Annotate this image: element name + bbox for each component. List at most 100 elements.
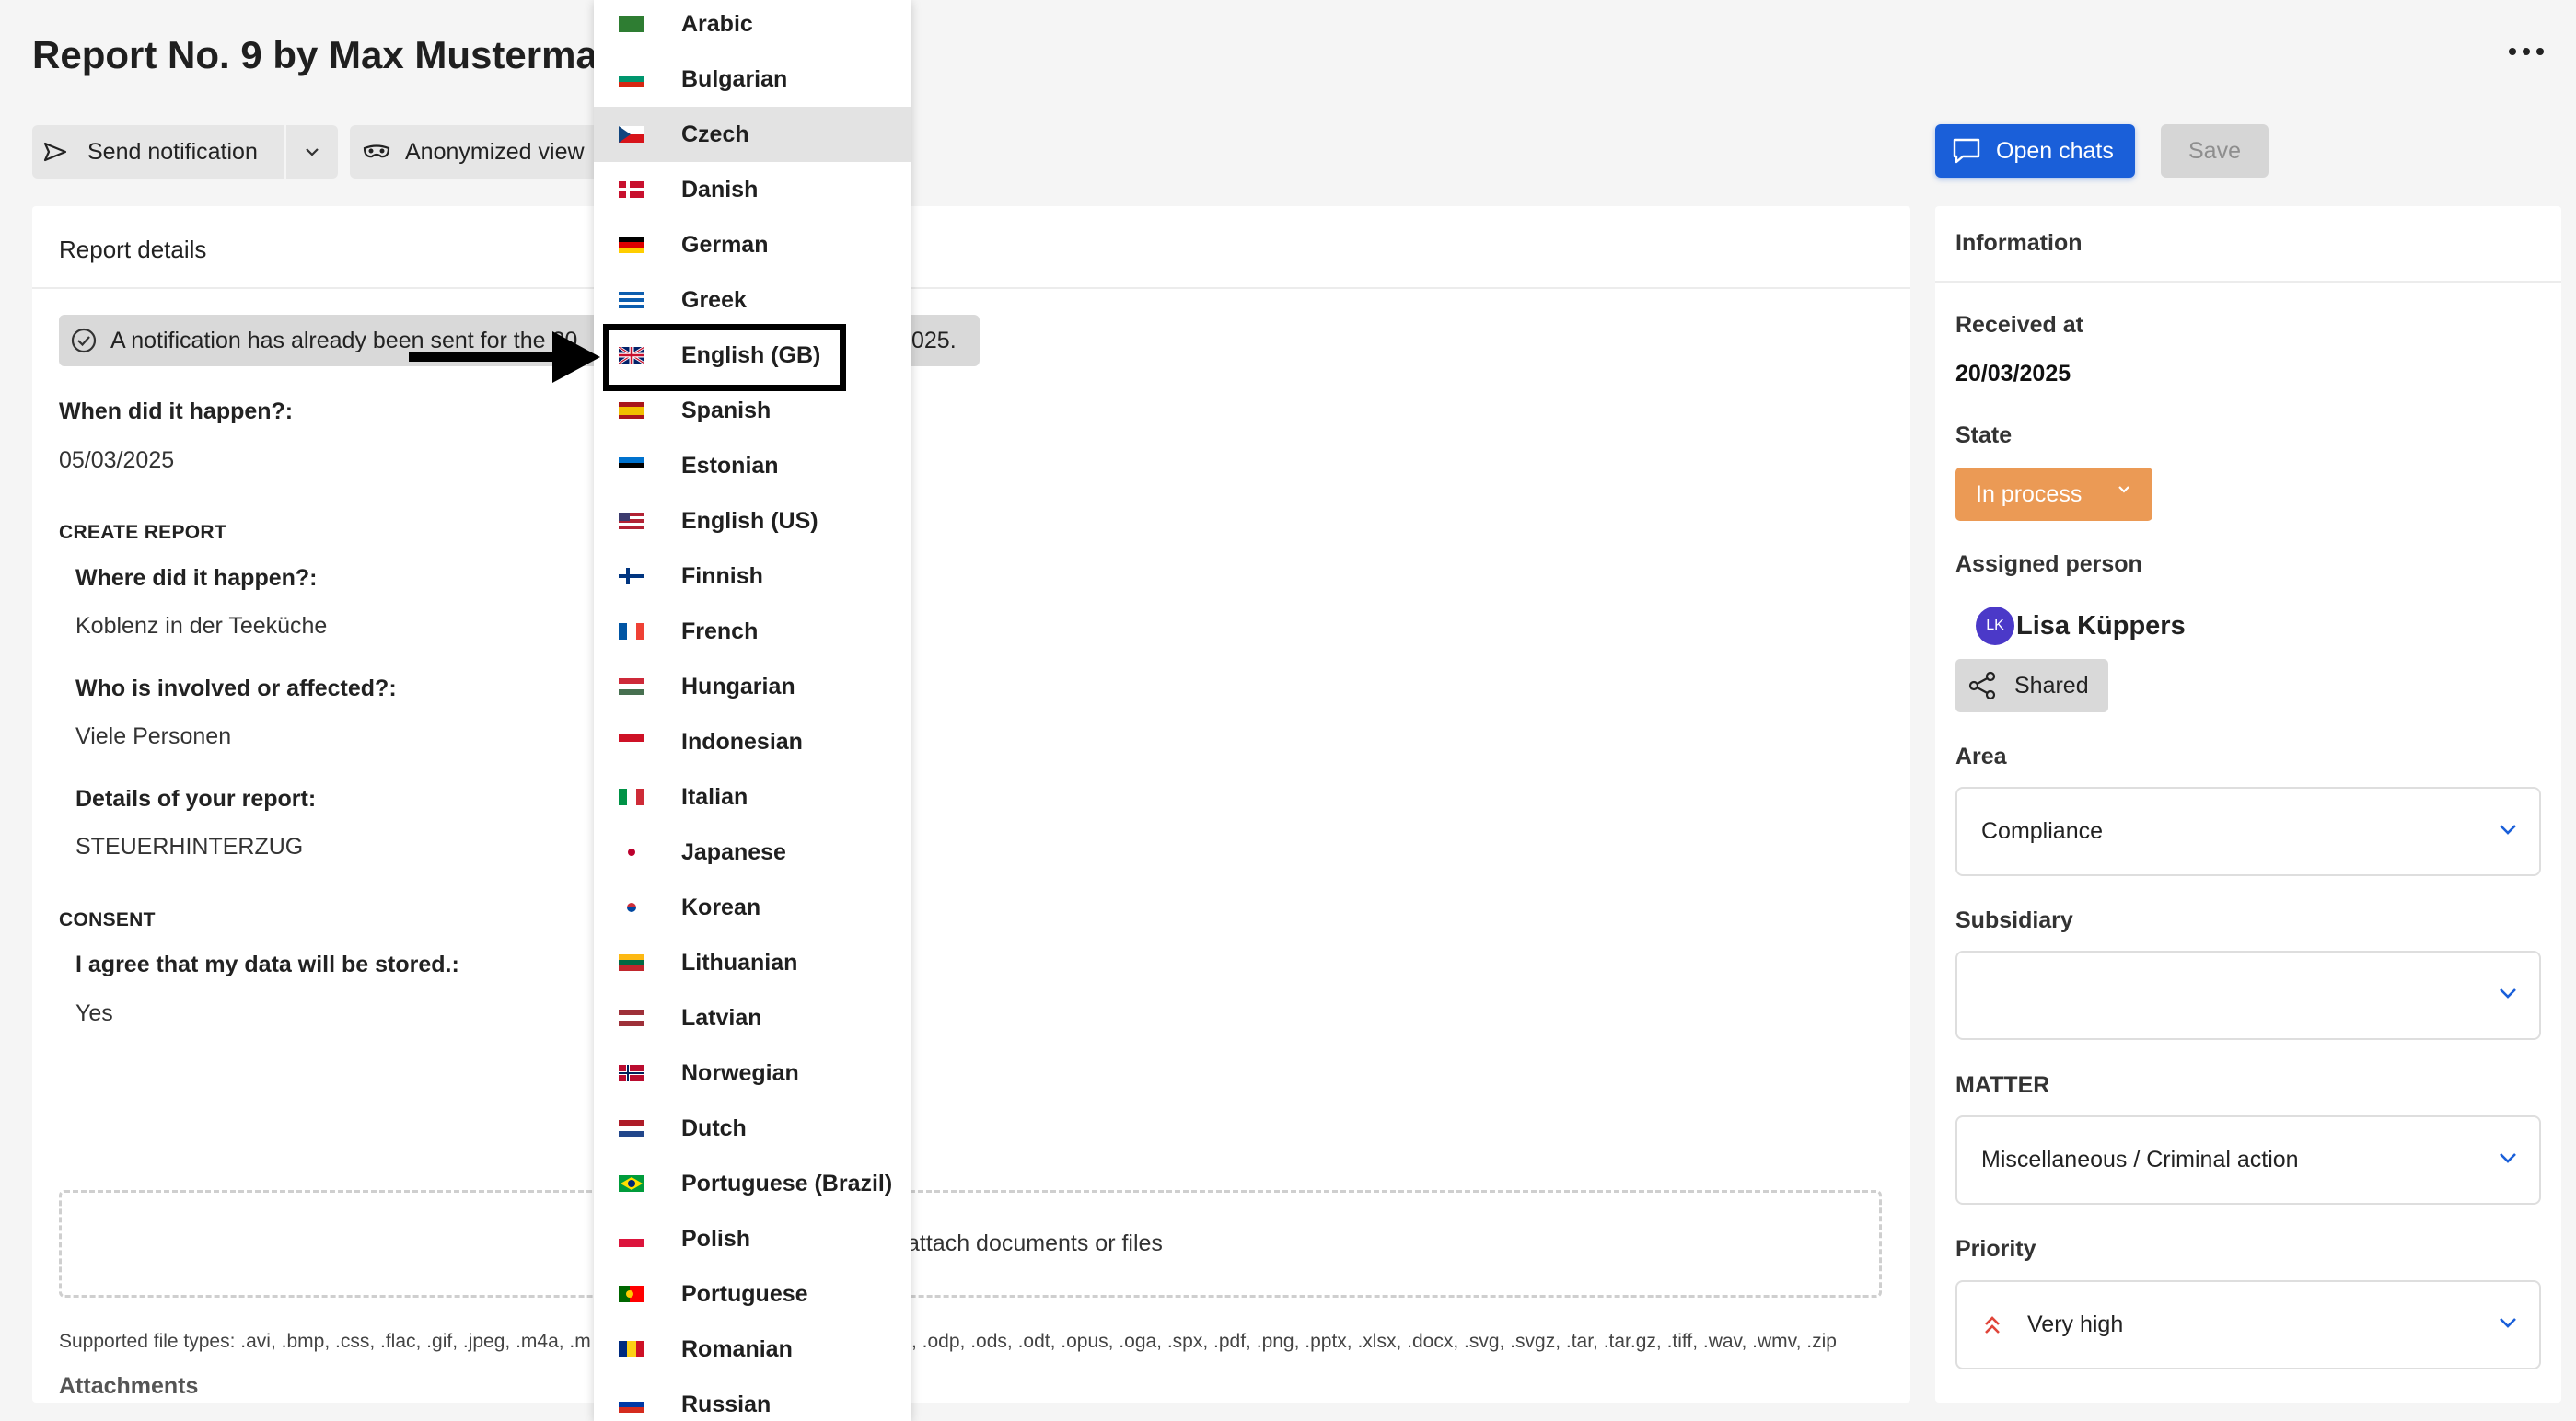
language-option[interactable]: Hungarian [594,659,911,714]
language-option[interactable]: Lithuanian [594,935,911,990]
save-button[interactable]: Save [2161,124,2269,178]
priority-label: Priority [1955,1236,2036,1262]
field-value: Yes [75,1000,113,1026]
divider [1935,281,2561,283]
language-label: Portuguese [681,1280,808,1307]
language-option[interactable]: Russian [594,1377,911,1421]
flag-icon [619,1230,644,1247]
language-label: Hungarian [681,673,795,699]
supported-file-types: Supported file types: .avi, .bmp, .css, … [59,1331,1882,1353]
assigned-person-label: Assigned person [1955,551,2142,577]
area-select[interactable]: Compliance [1955,787,2541,876]
state-label: State [1955,422,2013,448]
flag-icon [619,678,644,695]
flag-icon [619,1065,644,1081]
language-label: German [681,231,769,258]
language-option[interactable]: Danish [594,162,911,217]
state-dropdown[interactable]: In process [1955,468,2152,521]
language-option[interactable]: English (US) [594,493,911,549]
flag-icon [619,1396,644,1413]
matter-label: MATTER [1955,1072,2050,1098]
language-label: Japanese [681,838,786,865]
received-label: Received at [1955,312,2083,338]
subsidiary-select[interactable] [1955,951,2541,1040]
language-option[interactable]: Arabic [594,0,911,52]
flag-icon [619,16,644,32]
matter-select[interactable]: Miscellaneous / Criminal action [1955,1115,2541,1205]
flag-icon [619,513,644,529]
field-label: Where did it happen?: [75,565,318,591]
language-label: Finnish [681,562,763,589]
more-options-icon[interactable] [2499,40,2554,63]
language-label: Korean [681,894,761,920]
language-option[interactable]: Portuguese (Brazil) [594,1156,911,1211]
when-value: 05/03/2025 [59,447,175,473]
language-option[interactable]: Romanian [594,1322,911,1377]
language-option[interactable]: Indonesian [594,714,911,769]
field-value: Viele Personen [75,723,232,749]
information-title: Information [1955,230,2083,256]
chevron-down-icon [2500,1153,2516,1163]
language-label: Latvian [681,1004,762,1031]
language-option[interactable]: Estonian [594,438,911,493]
language-label: Estonian [681,452,779,479]
attachments-title: Attachments [59,1373,199,1399]
language-option[interactable]: Finnish [594,549,911,604]
language-option[interactable]: Korean [594,880,911,935]
flag-icon [619,844,644,861]
language-option[interactable]: Italian [594,769,911,825]
mask-icon [363,144,390,158]
language-label: Lithuanian [681,949,798,976]
send-notification-label: Send notification [87,138,258,165]
priority-select[interactable]: Very high [1955,1280,2541,1369]
flag-icon [619,734,644,750]
language-label: Czech [681,121,749,147]
flag-icon [619,568,644,584]
matter-value: Miscellaneous / Criminal action [1981,1147,2299,1173]
chevron-down-icon [2500,1318,2516,1328]
language-option[interactable]: French [594,604,911,659]
language-option[interactable]: German [594,217,911,272]
section-title-consent: CONSENT [59,909,156,930]
shared-button[interactable]: Shared [1955,659,2108,712]
language-option[interactable]: Norwegian [594,1046,911,1101]
flag-icon [619,402,644,419]
dropzone-text: attach documents or files [907,1230,1163,1256]
language-label: Dutch [681,1115,747,1141]
field-label: Who is involved or affected?: [75,676,397,701]
send-icon [43,142,67,162]
language-option[interactable]: Latvian [594,990,911,1046]
language-option[interactable]: Bulgarian [594,52,911,107]
assignee-name: Lisa Küppers [2016,611,2186,641]
flag-icon [619,1286,644,1302]
language-option[interactable]: Spanish [594,383,911,438]
chat-icon [1953,138,1980,164]
language-option[interactable]: Czech [594,107,911,162]
language-option[interactable]: Portuguese [594,1266,911,1322]
field-value: STEUERHINTERZUG [75,834,304,860]
annotation-arrow-shaft [409,352,556,362]
flag-icon [619,292,644,308]
open-chats-label: Open chats [1996,137,2114,164]
flag-icon [619,623,644,640]
flag-icon [619,1120,644,1137]
language-option[interactable]: Greek [594,272,911,328]
chevron-down-icon [2500,825,2516,835]
supported-types-prefix: Supported file types: .avi, .bmp, .css, … [59,1331,591,1352]
share-icon [1968,671,1996,700]
language-label: Spanish [681,397,772,423]
chevron-down-icon [2500,988,2516,999]
area-label: Area [1955,744,2007,769]
language-option[interactable]: Polish [594,1211,911,1266]
anonymized-view-button[interactable]: Anonymized view [350,125,617,179]
priority-value: Very high [2027,1311,2124,1337]
field-value: Koblenz in der Teeküche [75,613,328,639]
flag-icon [619,181,644,198]
send-notification-button[interactable]: Send notification [32,125,284,179]
language-option[interactable]: Dutch [594,1101,911,1156]
language-option[interactable]: Japanese [594,825,911,880]
report-details-title: Report details [59,236,207,263]
send-notification-dropdown[interactable] [286,125,338,179]
language-label: Polish [681,1225,751,1252]
open-chats-button[interactable]: Open chats [1935,124,2135,178]
